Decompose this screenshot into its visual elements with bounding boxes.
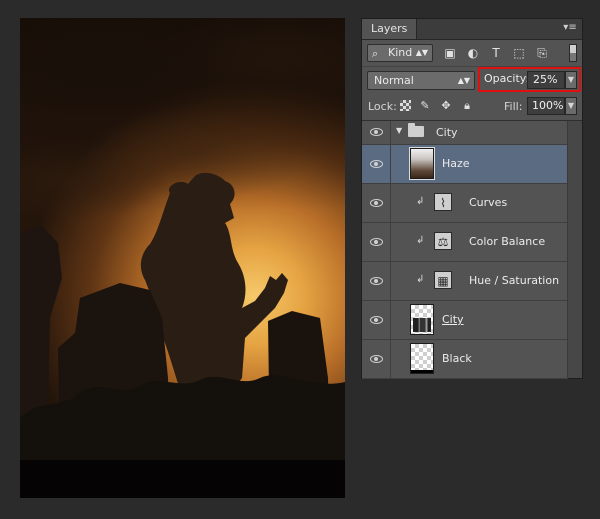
eye-icon xyxy=(370,128,383,136)
clipping-mask-arrow-icon: ↲ xyxy=(416,196,425,207)
lock-pixels-brush-icon[interactable]: ✎ xyxy=(418,99,432,113)
filter-toggle-switch[interactable] xyxy=(569,44,577,62)
layer-row-hue-saturation[interactable]: ↲ ▦ Hue / Saturation xyxy=(362,262,568,301)
color-balance-icon: ⚖ xyxy=(434,232,452,250)
visibility-toggle[interactable] xyxy=(362,145,391,183)
canvas-bottom-bar xyxy=(20,460,345,498)
clipping-mask-arrow-icon: ↲ xyxy=(416,235,425,246)
document-canvas[interactable] xyxy=(20,18,345,498)
layer-name: City xyxy=(436,126,458,139)
visibility-toggle[interactable] xyxy=(362,301,391,339)
layer-row-color-balance[interactable]: ↲ ⚖ Color Balance xyxy=(362,223,568,262)
eye-icon xyxy=(370,316,383,324)
eye-icon xyxy=(370,355,383,363)
panel-menu-icon[interactable]: ▾≡ xyxy=(563,22,577,34)
blend-mode-select[interactable]: Normal ▲▼ xyxy=(367,71,475,90)
panel-tab-bar: Layers ▾≡ xyxy=(362,19,582,40)
chevron-updown-icon: ▲▼ xyxy=(457,76,470,85)
layers-scrollbar[interactable] xyxy=(567,121,582,378)
lock-fill-row: Lock: ✎ ✥ 🔒︎ Fill: 100% ▼ xyxy=(362,93,582,121)
fill-input[interactable]: 100% xyxy=(527,97,565,115)
chevron-updown-icon: ▲▼ xyxy=(415,48,428,57)
clipping-mask-arrow-icon: ↲ xyxy=(416,274,425,285)
eye-icon xyxy=(370,160,383,168)
shape-filter-icon[interactable]: ⬚ xyxy=(511,45,527,61)
layer-row-black[interactable]: Black xyxy=(362,340,568,379)
layer-row-curves[interactable]: ↲ ⌇ Curves xyxy=(362,184,568,223)
lock-all-padlock-icon[interactable]: 🔒︎ xyxy=(460,99,474,113)
layer-name: City xyxy=(442,313,464,326)
left-tower xyxy=(20,226,62,418)
fill-dropdown-button[interactable]: ▼ xyxy=(565,97,577,115)
eye-icon xyxy=(370,238,383,246)
smart-object-thumbnail xyxy=(410,304,434,335)
lock-transparency-icon[interactable] xyxy=(400,100,411,111)
layer-name: Haze xyxy=(442,157,470,170)
opacity-label: Opacity: xyxy=(484,72,530,85)
blend-mode-value: Normal xyxy=(374,74,414,87)
fill-label: Fill: xyxy=(504,100,523,113)
filter-icons: ▣ ◐ T ⬚ ⎘ xyxy=(442,45,550,61)
visibility-toggle[interactable] xyxy=(362,340,391,378)
pixel-filter-icon[interactable]: ▣ xyxy=(442,45,458,61)
layers-list: ▼ City Haze ↲ ⌇ Curves ↲ ⚖ Color Balance… xyxy=(362,121,568,379)
tab-layers[interactable]: Layers xyxy=(362,19,418,39)
group-expand-arrow-icon[interactable]: ▼ xyxy=(396,126,402,135)
folder-icon xyxy=(408,123,424,137)
layer-name: Color Balance xyxy=(469,235,546,248)
visibility-toggle[interactable] xyxy=(362,121,391,144)
city-silhouette-art xyxy=(20,172,345,460)
visibility-toggle[interactable] xyxy=(362,184,391,222)
hue-saturation-icon: ▦ xyxy=(434,271,452,289)
lock-icons: ✎ ✥ 🔒︎ xyxy=(400,99,474,113)
lock-label: Lock: xyxy=(368,100,397,113)
curves-icon: ⌇ xyxy=(434,193,452,211)
eye-icon xyxy=(370,277,383,285)
lock-position-move-icon[interactable]: ✥ xyxy=(439,99,453,113)
eye-icon xyxy=(370,199,383,207)
adjustment-filter-icon[interactable]: ◐ xyxy=(465,45,481,61)
layer-thumbnail xyxy=(410,343,434,374)
layer-row-city-smart-object[interactable]: City xyxy=(362,301,568,340)
layer-filter-row: ⌕ Kind ▲▼ ▣ ◐ T ⬚ ⎘ xyxy=(362,40,582,67)
type-filter-icon[interactable]: T xyxy=(488,45,504,61)
layer-row-haze[interactable]: Haze xyxy=(362,145,568,184)
layer-thumbnail xyxy=(409,147,435,180)
opacity-dropdown-button[interactable]: ▼ xyxy=(565,71,577,89)
visibility-toggle[interactable] xyxy=(362,262,391,300)
filter-kind-select[interactable]: ⌕ Kind ▲▼ xyxy=(367,44,433,62)
opacity-input[interactable]: 25% xyxy=(527,71,565,89)
layer-name: Black xyxy=(442,352,472,365)
visibility-toggle[interactable] xyxy=(362,223,391,261)
layer-row-group-city[interactable]: ▼ City xyxy=(362,121,568,145)
layer-name: Curves xyxy=(469,196,508,209)
layer-name: Hue / Saturation xyxy=(469,274,560,287)
layers-panel: Layers ▾≡ ⌕ Kind ▲▼ ▣ ◐ T ⬚ ⎘ Normal ▲▼ … xyxy=(361,18,583,379)
search-icon: ⌕ xyxy=(372,47,379,60)
filter-kind-label: Kind xyxy=(388,46,413,59)
blend-opacity-row: Normal ▲▼ Opacity: 25% ▼ xyxy=(362,67,582,93)
smart-object-filter-icon[interactable]: ⎘ xyxy=(534,45,550,61)
